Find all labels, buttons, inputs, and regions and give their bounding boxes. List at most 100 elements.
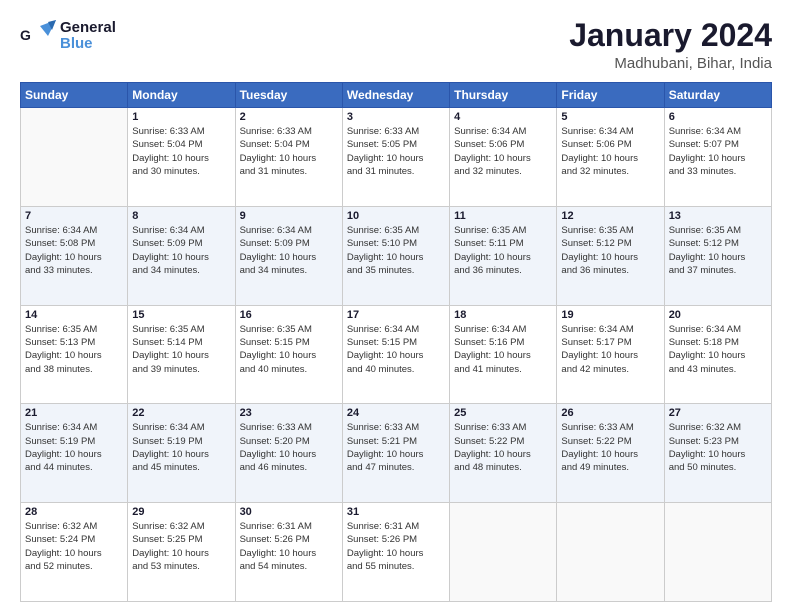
table-row: 31 Sunrise: 6:31 AM Sunset: 5:26 PM Dayli… xyxy=(342,503,449,602)
day-number: 21 xyxy=(25,407,123,419)
day-info: Sunrise: 6:35 AM Sunset: 5:15 PM Dayligh… xyxy=(240,323,338,376)
table-row: 18Sunrise: 6:34 AM Sunset: 5:16 PM Dayli… xyxy=(450,305,557,404)
day-info: Sunrise: 6:33 AM Sunset: 5:21 PM Dayligh… xyxy=(347,421,445,474)
calendar-subtitle: Madhubani, Bihar, India xyxy=(569,55,772,72)
day-info: Sunrise: 6:32 AM Sunset: 5:23 PM Dayligh… xyxy=(669,421,767,474)
calendar-week-row: 28 Sunrise: 6:32 AM Sunset: 5:24 PM Dayli… xyxy=(21,503,772,602)
day-info: Sunrise: 6:34 AM Sunset: 5:06 PM Dayligh… xyxy=(454,125,552,178)
day-info: Sunrise: 6:34 AM Sunset: 5:06 PM Dayligh… xyxy=(561,125,659,178)
day-number: 9 xyxy=(240,210,338,222)
day-info: Sunrise: 6:35 AM Sunset: 5:13 PM Dayligh… xyxy=(25,323,123,376)
svg-text:G: G xyxy=(20,27,31,43)
calendar-table: Sunday Monday Tuesday Wednesday Thursday… xyxy=(20,82,772,602)
logo-general: General xyxy=(60,20,116,37)
day-info: Sunrise: 6:34 AM Sunset: 5:19 PM Dayligh… xyxy=(132,421,230,474)
table-row: 11 Sunrise: 6:35 AM Sunset: 5:11 PM Dayli… xyxy=(450,206,557,305)
day-number: 4 xyxy=(454,111,552,123)
day-number: 14 xyxy=(25,309,123,321)
day-number: 8 xyxy=(132,210,230,222)
table-row: 4 Sunrise: 6:34 AM Sunset: 5:06 PM Daylig… xyxy=(450,108,557,207)
day-info: Sunrise: 6:34 AM Sunset: 5:08 PM Dayligh… xyxy=(25,224,123,277)
table-row: 19 Sunrise: 6:34 AM Sunset: 5:17 PM Dayli… xyxy=(557,305,664,404)
table-row xyxy=(450,503,557,602)
logo: G General Blue xyxy=(20,18,116,54)
table-row: 8Sunrise: 6:34 AM Sunset: 5:09 PM Daylig… xyxy=(128,206,235,305)
logo-blue: Blue xyxy=(60,36,116,53)
table-row: 13 Sunrise: 6:35 AM Sunset: 5:12 PM Dayli… xyxy=(664,206,771,305)
table-row: 27 Sunrise: 6:32 AM Sunset: 5:23 PM Dayli… xyxy=(664,404,771,503)
day-number: 16 xyxy=(240,309,338,321)
day-info: Sunrise: 6:33 AM Sunset: 5:05 PM Dayligh… xyxy=(347,125,445,178)
table-row xyxy=(557,503,664,602)
col-wednesday: Wednesday xyxy=(342,83,449,108)
table-row xyxy=(21,108,128,207)
day-info: Sunrise: 6:35 AM Sunset: 5:10 PM Dayligh… xyxy=(347,224,445,277)
day-number: 27 xyxy=(669,407,767,419)
day-info: Sunrise: 6:31 AM Sunset: 5:26 PM Dayligh… xyxy=(240,520,338,573)
table-row: 2Sunrise: 6:33 AM Sunset: 5:04 PM Daylig… xyxy=(235,108,342,207)
day-info: Sunrise: 6:35 AM Sunset: 5:12 PM Dayligh… xyxy=(669,224,767,277)
day-info: Sunrise: 6:34 AM Sunset: 5:15 PM Dayligh… xyxy=(347,323,445,376)
table-row: 17 Sunrise: 6:34 AM Sunset: 5:15 PM Dayli… xyxy=(342,305,449,404)
table-row xyxy=(664,503,771,602)
day-number: 11 xyxy=(454,210,552,222)
day-number: 31 xyxy=(347,506,445,518)
col-saturday: Saturday xyxy=(664,83,771,108)
day-number: 23 xyxy=(240,407,338,419)
day-number: 5 xyxy=(561,111,659,123)
day-number: 15 xyxy=(132,309,230,321)
col-sunday: Sunday xyxy=(21,83,128,108)
calendar-header-row: Sunday Monday Tuesday Wednesday Thursday… xyxy=(21,83,772,108)
day-info: Sunrise: 6:34 AM Sunset: 5:18 PM Dayligh… xyxy=(669,323,767,376)
table-row: 6 Sunrise: 6:34 AM Sunset: 5:07 PM Daylig… xyxy=(664,108,771,207)
day-info: Sunrise: 6:31 AM Sunset: 5:26 PM Dayligh… xyxy=(347,520,445,573)
day-number: 3 xyxy=(347,111,445,123)
day-number: 17 xyxy=(347,309,445,321)
day-info: Sunrise: 6:34 AM Sunset: 5:07 PM Dayligh… xyxy=(669,125,767,178)
day-info: Sunrise: 6:35 AM Sunset: 5:14 PM Dayligh… xyxy=(132,323,230,376)
day-info: Sunrise: 6:33 AM Sunset: 5:04 PM Dayligh… xyxy=(240,125,338,178)
table-row: 12 Sunrise: 6:35 AM Sunset: 5:12 PM Dayli… xyxy=(557,206,664,305)
day-number: 29 xyxy=(132,506,230,518)
day-number: 1 xyxy=(132,111,230,123)
day-number: 10 xyxy=(347,210,445,222)
day-number: 26 xyxy=(561,407,659,419)
table-row: 1 Sunrise: 6:33 AM Sunset: 5:04 PM Daylig… xyxy=(128,108,235,207)
table-row: 25Sunrise: 6:33 AM Sunset: 5:22 PM Dayli… xyxy=(450,404,557,503)
day-number: 19 xyxy=(561,309,659,321)
table-row: 16 Sunrise: 6:35 AM Sunset: 5:15 PM Dayli… xyxy=(235,305,342,404)
table-row: 24Sunrise: 6:33 AM Sunset: 5:21 PM Dayli… xyxy=(342,404,449,503)
table-row: 21 Sunrise: 6:34 AM Sunset: 5:19 PM Dayli… xyxy=(21,404,128,503)
day-info: Sunrise: 6:32 AM Sunset: 5:24 PM Dayligh… xyxy=(25,520,123,573)
day-info: Sunrise: 6:35 AM Sunset: 5:11 PM Dayligh… xyxy=(454,224,552,277)
day-info: Sunrise: 6:34 AM Sunset: 5:19 PM Dayligh… xyxy=(25,421,123,474)
day-number: 12 xyxy=(561,210,659,222)
day-number: 28 xyxy=(25,506,123,518)
table-row: 28 Sunrise: 6:32 AM Sunset: 5:24 PM Dayli… xyxy=(21,503,128,602)
day-info: Sunrise: 6:34 AM Sunset: 5:17 PM Dayligh… xyxy=(561,323,659,376)
day-number: 13 xyxy=(669,210,767,222)
table-row: 10 Sunrise: 6:35 AM Sunset: 5:10 PM Dayli… xyxy=(342,206,449,305)
day-number: 30 xyxy=(240,506,338,518)
table-row: 9 Sunrise: 6:34 AM Sunset: 5:09 PM Daylig… xyxy=(235,206,342,305)
day-number: 6 xyxy=(669,111,767,123)
table-row: 22 Sunrise: 6:34 AM Sunset: 5:19 PM Dayli… xyxy=(128,404,235,503)
day-info: Sunrise: 6:34 AM Sunset: 5:09 PM Dayligh… xyxy=(240,224,338,277)
col-thursday: Thursday xyxy=(450,83,557,108)
day-info: Sunrise: 6:35 AM Sunset: 5:12 PM Dayligh… xyxy=(561,224,659,277)
calendar-week-row: 1 Sunrise: 6:33 AM Sunset: 5:04 PM Daylig… xyxy=(21,108,772,207)
calendar-page: G General Blue January 2024 Madhubani, B… xyxy=(0,0,792,612)
col-monday: Monday xyxy=(128,83,235,108)
header: G General Blue January 2024 Madhubani, B… xyxy=(20,18,772,72)
table-row: 15 Sunrise: 6:35 AM Sunset: 5:14 PM Dayli… xyxy=(128,305,235,404)
calendar-week-row: 14 Sunrise: 6:35 AM Sunset: 5:13 PM Dayli… xyxy=(21,305,772,404)
table-row: 14 Sunrise: 6:35 AM Sunset: 5:13 PM Dayli… xyxy=(21,305,128,404)
col-tuesday: Tuesday xyxy=(235,83,342,108)
day-number: 20 xyxy=(669,309,767,321)
table-row: 5 Sunrise: 6:34 AM Sunset: 5:06 PM Daylig… xyxy=(557,108,664,207)
day-info: Sunrise: 6:33 AM Sunset: 5:04 PM Dayligh… xyxy=(132,125,230,178)
day-number: 7 xyxy=(25,210,123,222)
day-info: Sunrise: 6:32 AM Sunset: 5:25 PM Dayligh… xyxy=(132,520,230,573)
day-number: 22 xyxy=(132,407,230,419)
day-info: Sunrise: 6:33 AM Sunset: 5:20 PM Dayligh… xyxy=(240,421,338,474)
